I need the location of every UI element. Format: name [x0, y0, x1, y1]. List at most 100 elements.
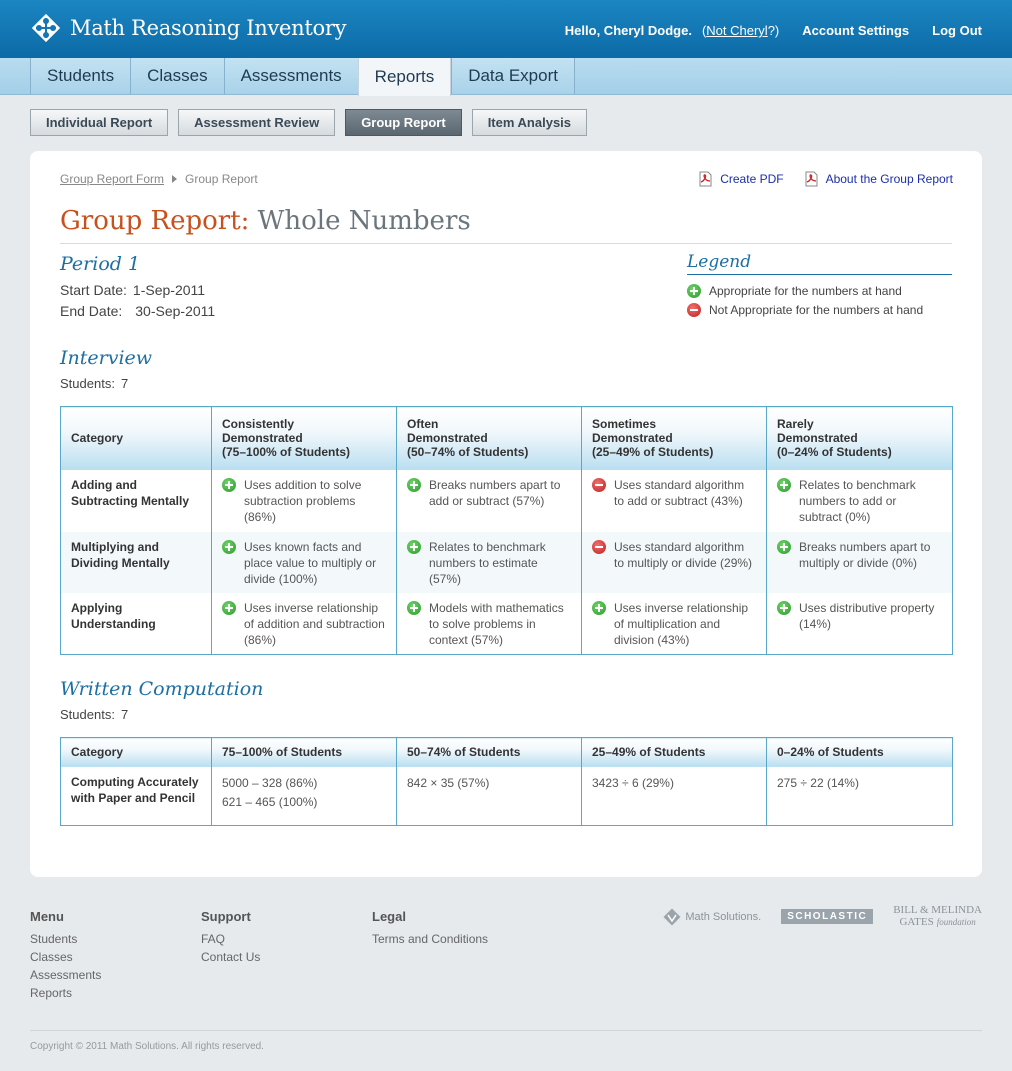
log-out-link[interactable]: Log Out: [932, 23, 982, 38]
strategy-text: Models with mathematics to solve problem…: [429, 600, 564, 647]
strategy-cell: Uses inverse relationship of addition an…: [211, 592, 397, 655]
computation-cell: 5000 – 328 (86%) 621 – 465 (100%): [211, 766, 397, 826]
strategy-text: Breaks numbers apart to multiply or divi…: [799, 539, 931, 570]
strategy-cell: Uses addition to solve subtraction probl…: [211, 469, 397, 532]
plus-icon: [407, 600, 421, 615]
strategy-cell: Breaks numbers apart to add or subtract …: [396, 469, 582, 532]
subtab-group-report[interactable]: Group Report: [345, 109, 462, 136]
strategy-cell: Uses standard algorithm to multiply or d…: [581, 531, 767, 593]
app-title: Math Reasoning Inventory: [70, 16, 347, 40]
plus-icon: [222, 600, 236, 615]
footer-link-terms-and-conditions[interactable]: Terms and Conditions: [372, 930, 488, 948]
end-date: End Date: 30-Sep-2011: [60, 303, 216, 319]
title-divider: [60, 243, 952, 244]
footer-support: Support FAQ Contact Us: [201, 909, 261, 966]
report-actions: Create PDF About the Group Report: [678, 171, 953, 187]
strategy-text: Uses inverse relationship of addition an…: [244, 600, 385, 647]
logo-icon: [30, 12, 62, 44]
computation-cell: 842 × 35 (57%): [396, 766, 582, 826]
column-header: Often Demonstrated (50–74% of Students): [396, 406, 582, 470]
footer-link-faq[interactable]: FAQ: [201, 930, 260, 948]
strategy-cell: Models with mathematics to solve problem…: [396, 592, 582, 655]
breadcrumb-current: Group Report: [185, 172, 258, 186]
strategy-cell: Uses distributive property (14%): [766, 592, 953, 655]
tab-classes[interactable]: Classes: [130, 58, 224, 94]
plus-icon: [777, 600, 791, 615]
strategy-text: Uses addition to solve subtraction probl…: [244, 477, 362, 524]
legend-title: Legend: [687, 252, 952, 275]
greeting: Hello, Cheryl Dodge.: [564, 23, 692, 38]
table-row: Multiplying and Dividing Mentally Uses kno…: [60, 531, 953, 593]
subtab-assessment-review[interactable]: Assessment Review: [178, 109, 336, 136]
tab-students[interactable]: Students: [30, 58, 131, 94]
breadcrumb-group-report-form[interactable]: Group Report Form: [60, 172, 164, 186]
table-row: Applying Understanding Uses inverse relati…: [61, 592, 953, 655]
period-heading: Period 1: [60, 253, 141, 275]
table-row: Adding and Subtracting Mentally Uses addit…: [61, 469, 953, 532]
footer-link-classes[interactable]: Classes: [30, 948, 101, 966]
computation-cell: 275 ÷ 22 (14%): [766, 766, 953, 826]
account-settings-link[interactable]: Account Settings: [802, 23, 909, 38]
strategy-text: Breaks numbers apart to add or subtract …: [429, 477, 561, 508]
column-header: 0–24% of Students: [766, 737, 953, 767]
subtab-individual-report[interactable]: Individual Report: [30, 109, 169, 136]
strategy-cell: Uses standard algorithm to add or subtra…: [581, 469, 767, 532]
footer-link-contact-us[interactable]: Contact Us: [201, 948, 260, 966]
strategy-cell: Breaks numbers apart to multiply or divi…: [766, 531, 953, 593]
strategy-text: Relates to benchmark numbers to estimate…: [429, 539, 546, 586]
row-category: Adding and Subtracting Mentally: [71, 477, 190, 508]
breadcrumb: Group Report Form Group Report: [60, 172, 258, 186]
subtab-item-analysis[interactable]: Item Analysis: [471, 109, 588, 136]
user-nav: Hello, Cheryl Dodge. (Not Cheryl?) Accou…: [565, 23, 982, 38]
about-group-report-link[interactable]: About the Group Report: [804, 171, 953, 187]
plus-icon: [592, 600, 606, 615]
report-card: Group Report Form Group Report Create PD…: [30, 151, 982, 877]
strategy-text: Uses standard algorithm to multiply or d…: [614, 539, 753, 570]
not-user-link[interactable]: Not Cheryl: [706, 23, 767, 38]
strategy-text: Uses standard algorithm to add or subtra…: [614, 477, 745, 508]
breadcrumb-arrow-icon: [172, 175, 178, 183]
plus-icon: [222, 477, 236, 492]
column-header: Category: [60, 737, 212, 767]
strategy-cell: Uses known facts and place value to mult…: [211, 531, 397, 593]
footer-legal: Legal Terms and Conditions: [372, 909, 489, 948]
footer-link-assessments[interactable]: Assessments: [30, 966, 101, 984]
strategy-cell: Relates to benchmark numbers to add or s…: [766, 469, 953, 532]
scholastic-logo: SCHOLASTIC: [781, 909, 874, 924]
app-logo[interactable]: Math Reasoning Inventory: [30, 12, 346, 44]
written-heading: Written Computation: [60, 678, 264, 700]
minus-icon: [592, 539, 606, 554]
column-header: Rarely Demonstrated (0–24% of Students): [766, 406, 953, 470]
footer-link-students[interactable]: Students: [30, 930, 101, 948]
minus-icon: [592, 477, 606, 492]
plus-icon: [687, 284, 701, 298]
interview-heading: Interview: [60, 347, 153, 369]
footer-divider: [30, 1030, 982, 1031]
interview-table: Category Consistently Demonstrated (75–100%…: [60, 406, 953, 655]
copyright: Copyright © 2011 Math Solutions. All rig…: [30, 1041, 264, 1052]
start-date: Start Date: 1-Sep-2011: [60, 282, 206, 298]
strategy-cell: Relates to benchmark numbers to estimate…: [396, 531, 582, 593]
strategy-text: Uses known facts and place value to mult…: [244, 539, 377, 586]
tab-assessments[interactable]: Assessments: [223, 58, 358, 94]
footer-menu: Menu Students Classes Assessments Reports: [30, 909, 102, 1002]
strategy-text: Relates to benchmark numbers to add or s…: [799, 477, 916, 524]
column-header: Consistently Demonstrated (75–100% of Stud…: [211, 406, 397, 470]
pdf-icon: [804, 171, 819, 187]
gates-foundation-logo: BILL & MELINDA GATES foundation: [893, 904, 982, 928]
plus-icon: [407, 477, 421, 492]
legend-appropriate: Appropriate for the numbers at hand: [687, 284, 952, 298]
plus-icon: [777, 477, 791, 492]
footer-link-reports[interactable]: Reports: [30, 984, 101, 1002]
written-table: Category 75–100% of Students 50–74% of Stu…: [60, 737, 953, 826]
column-header: Sometimes Demonstrated (25–49% of Students…: [581, 406, 767, 470]
tab-data-export[interactable]: Data Export: [451, 58, 575, 94]
written-students-count: Students: 7: [60, 707, 129, 722]
main-tab-bar: Students Classes Assessments Reports Data Ex…: [0, 58, 1012, 96]
row-category: Computing Accurately with Paper and Penci…: [71, 774, 199, 805]
tab-reports[interactable]: Reports: [357, 58, 452, 96]
create-pdf-link[interactable]: Create PDF: [698, 171, 784, 187]
computation-cell: 3423 ÷ 6 (29%): [581, 766, 767, 826]
column-header: 50–74% of Students: [396, 737, 582, 767]
partner-logos: Math Solutions. SCHOLASTIC BILL & MELIND…: [662, 905, 982, 928]
